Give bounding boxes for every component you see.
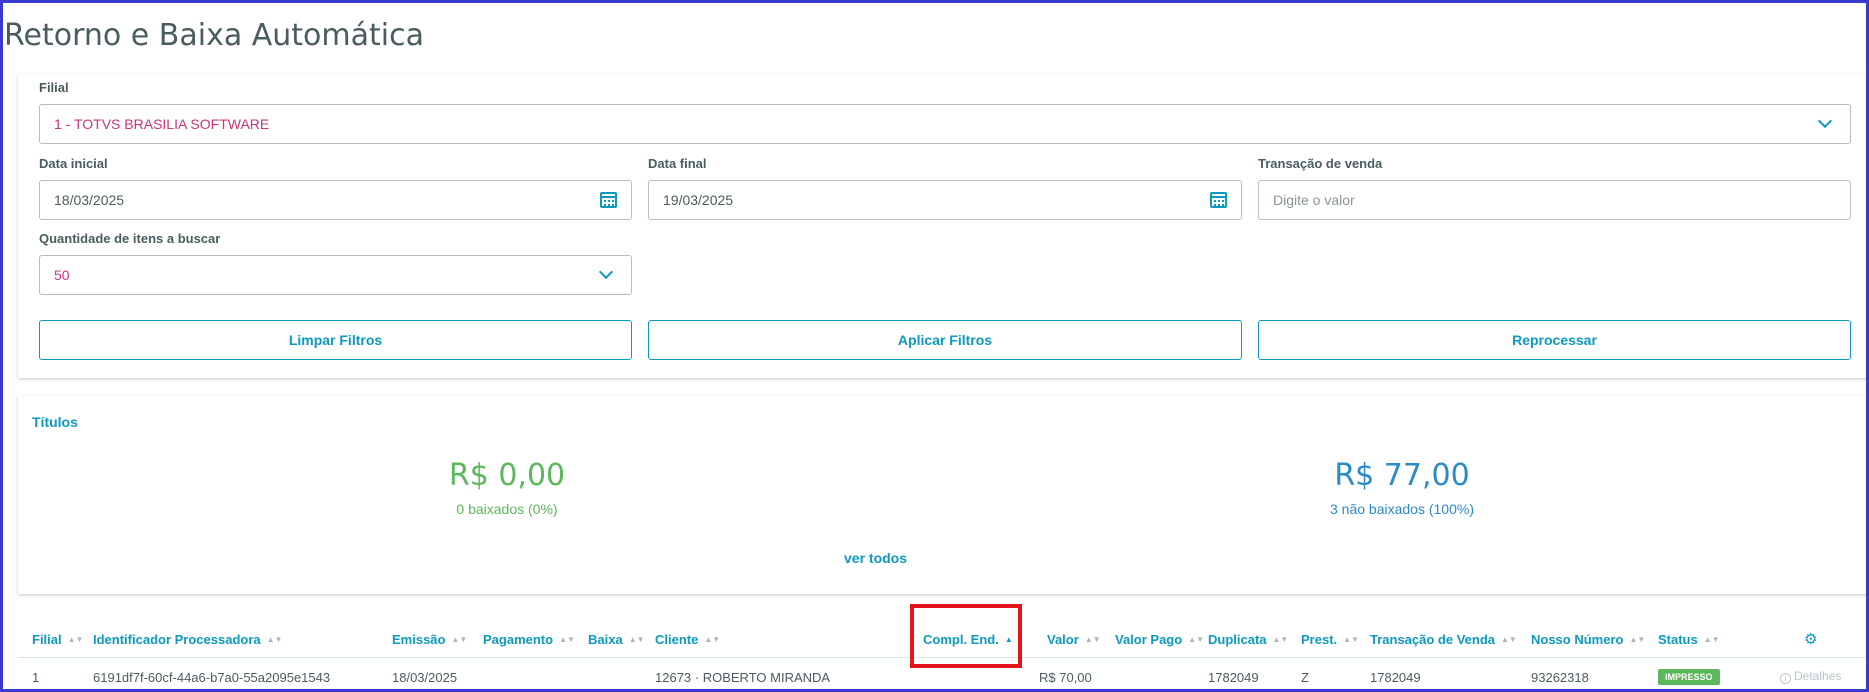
col-valor[interactable]: Valor ▲▼ <box>1047 632 1101 647</box>
nao-baixados-amount: R$ 77,00 <box>1334 458 1470 493</box>
filial-select[interactable]: 1 - TOTVS BRASILIA SOFTWARE <box>39 104 1851 144</box>
col-prest[interactable]: Prest. ▲▼ <box>1301 632 1359 647</box>
col-baixa[interactable]: Baixa ▲▼ <box>588 632 645 647</box>
sort-icon: ▲▼ <box>451 635 468 644</box>
filial-label: Filial <box>39 80 69 95</box>
cell-prest: Z <box>1301 670 1309 685</box>
calendar-icon[interactable] <box>1210 192 1227 208</box>
sort-icon: ▲▼ <box>266 635 283 644</box>
detalhes-link[interactable]: i Detalhes <box>1780 669 1841 684</box>
col-nosso-numero[interactable]: Nosso Número ▲▼ <box>1531 632 1645 647</box>
data-inicial-value: 18/03/2025 <box>54 192 125 208</box>
nao-baixados-stat: R$ 77,00 3 não baixados (100%) <box>1202 458 1602 517</box>
sort-icon: ▲▼ <box>1629 635 1646 644</box>
cell-nosso-numero: 93262318 <box>1531 670 1589 685</box>
sort-icon: ▲▼ <box>628 635 645 644</box>
col-cliente[interactable]: Cliente ▲▼ <box>655 632 720 647</box>
gear-icon[interactable]: ⚙ <box>1804 630 1817 648</box>
baixados-stat: R$ 0,00 0 baixados (0%) <box>307 458 707 517</box>
sort-icon: ▲▼ <box>704 635 721 644</box>
info-icon: i <box>1780 673 1791 684</box>
transacao-input[interactable]: Digite o valor <box>1258 180 1851 220</box>
nao-baixados-caption: 3 não baixados (100%) <box>1330 501 1474 517</box>
sort-icon: ▲▼ <box>559 635 575 644</box>
sort-icon: ▲▼ <box>1272 635 1289 644</box>
data-inicial-label: Data inicial <box>39 156 108 171</box>
chevron-down-icon <box>1817 113 1833 129</box>
quantidade-label: Quantidade de itens a buscar <box>39 231 221 246</box>
baixados-caption: 0 baixados (0%) <box>456 501 558 517</box>
baixados-amount: R$ 0,00 <box>448 458 566 493</box>
cell-cliente: 12673 · ROBERTO MIRANDA <box>655 670 831 685</box>
cell-transacao: 1782049 <box>1370 670 1421 685</box>
cell-duplicata: 1782049 <box>1208 670 1259 685</box>
cell-valor: R$ 70,00 <box>1039 670 1092 685</box>
col-transacao[interactable]: Transação de Venda ▲▼ <box>1370 632 1517 647</box>
cell-emissao: 18/03/2025 <box>392 670 458 685</box>
filial-value: 1 - TOTVS BRASILIA SOFTWARE <box>54 116 270 132</box>
filter-card: Filial 1 - TOTVS BRASILIA SOFTWARE Data … <box>18 74 1869 378</box>
limpar-filtros-button[interactable]: Limpar Filtros <box>39 320 632 360</box>
sort-icon: ▲▼ <box>1188 635 1205 644</box>
sort-icon: ▲▼ <box>1703 635 1720 644</box>
transacao-label: Transação de venda <box>1258 156 1383 171</box>
reprocessar-button[interactable]: Reprocessar <box>1258 320 1851 360</box>
col-valor-pago[interactable]: Valor Pago ▲▼ <box>1115 632 1204 647</box>
titulos-card: Títulos R$ 0,00 0 baixados (0%) R$ 77,00… <box>18 396 1869 594</box>
calendar-icon[interactable] <box>600 192 617 208</box>
cell-filial: 1 <box>32 670 40 685</box>
sort-icon: ▲▼ <box>1084 635 1101 644</box>
chevron-down-icon <box>598 264 614 280</box>
aplicar-filtros-button[interactable]: Aplicar Filtros <box>648 320 1242 360</box>
page-title: Retorno e Baixa Automática <box>4 18 424 53</box>
sort-icon: ▲▼ <box>1501 635 1517 644</box>
ver-todos-link[interactable]: ver todos <box>844 550 907 566</box>
cell-identificador: 6191df7f-60cf-44a6-b7a0-55a2095e1543 <box>93 670 331 685</box>
data-inicial-field[interactable]: 18/03/2025 <box>39 180 632 220</box>
transacao-placeholder: Digite o valor <box>1273 192 1355 208</box>
titulos-title: Títulos <box>32 414 78 430</box>
col-emissao[interactable]: Emissão ▲▼ <box>392 632 467 647</box>
col-status[interactable]: Status ▲▼ <box>1658 632 1720 647</box>
sort-icon: ▲▼ <box>1343 635 1359 644</box>
data-final-label: Data final <box>648 156 707 171</box>
col-identificador[interactable]: Identificador Processadora ▲▼ <box>93 632 282 647</box>
col-filial[interactable]: Filial ▲▼ <box>32 632 83 647</box>
data-final-value: 19/03/2025 <box>663 192 734 208</box>
status-badge: IMPRESSO <box>1658 669 1720 685</box>
col-duplicata[interactable]: Duplicata ▲▼ <box>1208 632 1288 647</box>
col-pagamento[interactable]: Pagamento ▲▼ <box>483 632 575 647</box>
quantidade-value: 50 <box>54 267 70 283</box>
quantidade-select[interactable]: 50 <box>39 255 632 295</box>
data-final-field[interactable]: 19/03/2025 <box>648 180 1242 220</box>
highlight-box <box>910 604 1022 668</box>
sort-icon: ▲▼ <box>67 635 84 644</box>
